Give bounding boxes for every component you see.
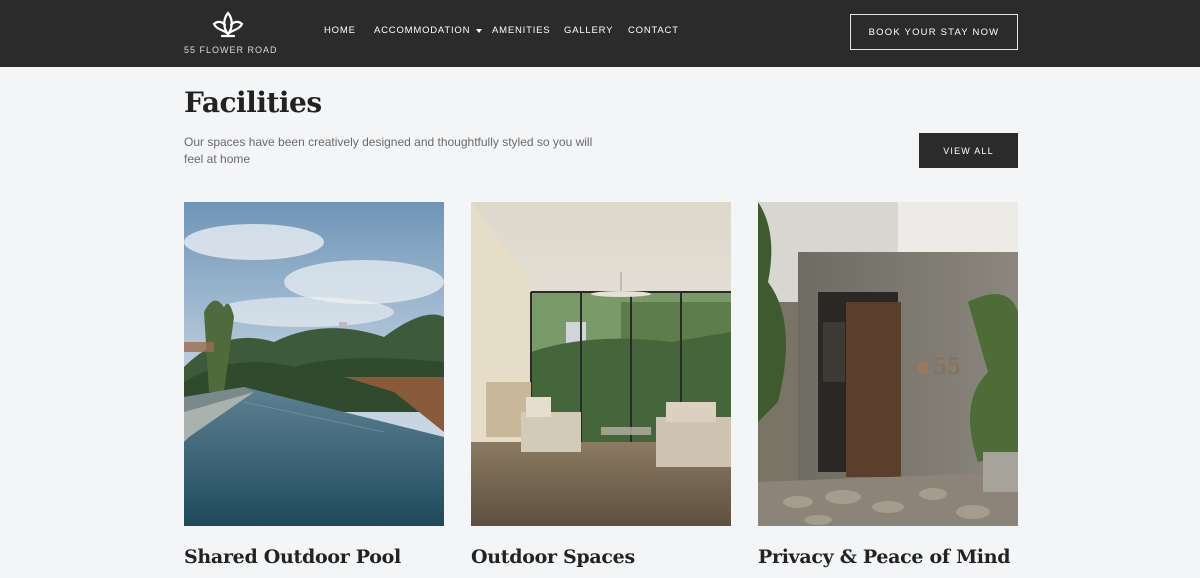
card-title[interactable]: Privacy & Peace of Mind [758,546,1011,568]
svg-text:55: 55 [933,355,961,380]
facility-card-privacy[interactable]: 55 Privacy & Peace of Mind [758,202,1018,568]
nav-home-label: HOME [324,25,356,36]
nav-accommodation[interactable]: ACCOMMODATION [374,25,483,36]
facility-card-pool[interactable]: Shared Outdoor Pool [184,202,444,568]
nav-amenities[interactable]: AMENITIES [492,25,550,36]
nav-accommodation-label: ACCOMMODATION [374,25,471,36]
living-room-photo [471,202,731,526]
book-stay-button[interactable]: BOOK YOUR STAY NOW [850,14,1018,50]
section-description: Our spaces have been creatively designed… [184,135,593,166]
flower-logo-icon [212,11,244,38]
card-title[interactable]: Shared Outdoor Pool [184,546,401,568]
nav-contact-label: CONTACT [628,25,679,36]
nav-amenities-label: AMENITIES [492,25,551,36]
infinity-pool-photo [184,202,444,526]
nav-gallery-label: GALLERY [564,25,614,36]
view-all-button[interactable]: VIEW ALL [919,133,1018,168]
chevron-down-icon [476,28,483,33]
nav-home[interactable]: HOME [324,25,356,36]
section-title: Facilities [184,86,322,119]
card-title[interactable]: Outdoor Spaces [471,546,635,568]
nav-contact[interactable]: CONTACT [628,25,679,36]
facility-card-outdoor-spaces[interactable]: Outdoor Spaces [471,202,731,568]
entrance-door-photo: 55 [758,202,1018,526]
nav-gallery[interactable]: GALLERY [564,25,613,36]
brand-name: 55 FLOWER ROAD [184,45,278,55]
site-header: 55 FLOWER ROAD HOME ACCOMMODATION AMENIT… [0,0,1200,67]
brand-logo[interactable]: 55 FLOWER ROAD [184,10,277,60]
